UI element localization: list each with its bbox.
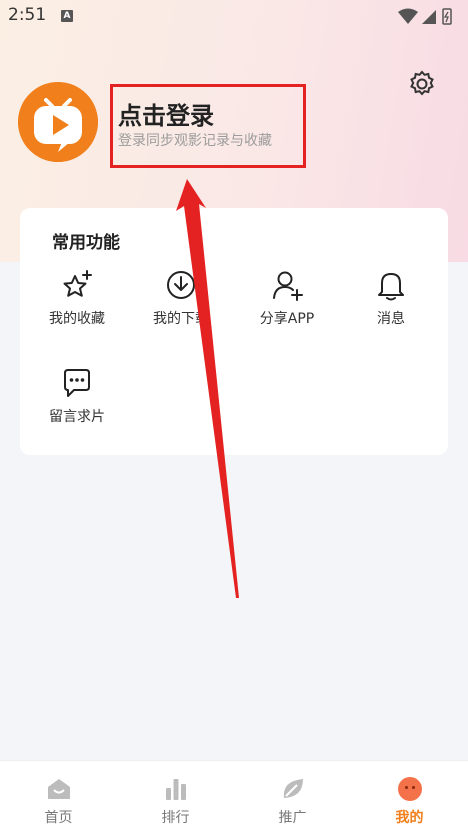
login-subtitle[interactable]: 登录同步观影记录与收藏 [118,130,272,150]
wifi-icon [398,8,418,24]
tab-label: 排行 [161,810,190,826]
status-time: 2:51 [8,5,47,25]
feature-downloads[interactable]: 我的下载 [126,268,236,328]
tab-home[interactable]: 首页 [0,761,117,834]
tab-promote[interactable]: 推广 [234,761,351,834]
login-title[interactable]: 点击登录 [118,96,214,131]
settings-gear-icon[interactable] [406,68,438,100]
tab-mine[interactable]: 我的 [351,761,468,834]
bell-icon [378,273,404,301]
notification-badge: A [61,10,73,22]
bar-chart-icon [165,779,186,800]
feature-label: 消息 [377,311,405,327]
signal-icon [422,10,436,24]
add-user-icon [273,271,303,301]
feature-share-app[interactable]: 分享APP [232,268,342,328]
status-bar: 2:51 A [0,0,468,34]
tab-label: 推广 [278,810,307,826]
star-sparkle-icon [63,270,92,297]
leaf-icon [283,779,303,798]
feature-label: 我的下载 [153,311,209,327]
app-logo-avatar[interactable] [18,82,98,162]
tab-label: 首页 [44,810,73,826]
feature-label: 分享APP [259,311,315,327]
section-title: 常用功能 [52,233,120,253]
tab-ranking[interactable]: 排行 [117,761,234,834]
feature-label: 我的收藏 [49,311,105,327]
message-icon [64,369,90,397]
feature-request-movie[interactable]: 留言求片 [22,366,132,426]
profile-face-icon [397,777,422,801]
home-icon [47,779,70,799]
common-features-card: 常用功能 我的收藏 我的下载 分享APP 消息 留言求片 [20,208,448,455]
status-icons [398,8,452,25]
download-icon [167,271,195,299]
bottom-tab-bar: 首页 排行 推广 我的 [0,760,468,834]
feature-favorites[interactable]: 我的收藏 [22,268,132,328]
feature-label: 留言求片 [49,409,105,425]
tab-label: 我的 [395,810,424,826]
feature-messages[interactable]: 消息 [336,268,446,328]
